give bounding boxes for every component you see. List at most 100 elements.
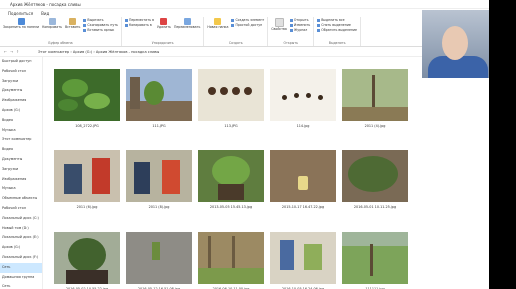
main-body: Быстрый доступ Рабочий стол Загрузки Докуме…: [0, 57, 489, 289]
file-tile[interactable]: 111.JPG: [123, 59, 195, 137]
paste-shortcut-button[interactable]: Вставить ярлык: [83, 28, 118, 32]
nav-item[interactable]: Рабочий стол: [0, 67, 42, 77]
nav-item[interactable]: Этот компьютер: [0, 135, 42, 145]
file-tile[interactable]: 111111.jpg: [339, 222, 411, 289]
thumbnail-image: [342, 150, 408, 203]
nav-item[interactable]: Рабочий стол: [0, 204, 42, 214]
copy-to-button[interactable]: Копировать в: [124, 23, 154, 27]
nav-item[interactable]: Сеть: [0, 262, 42, 273]
tab-view[interactable]: Вид: [41, 11, 49, 16]
file-name: 2013-05-05 15.45.13.jpg: [209, 205, 253, 210]
breadcrumb[interactable]: Этот компьютер › Архив (G:) › Архив Жёлт…: [38, 50, 159, 54]
select-none-icon: [317, 23, 321, 27]
copy-button[interactable]: Копировать: [42, 18, 62, 32]
navigation-pane: Быстрый доступ Рабочий стол Загрузки Докуме…: [0, 57, 43, 289]
nav-item[interactable]: Домашняя группа: [0, 273, 42, 283]
file-tile[interactable]: 108_2722.JPG: [51, 59, 123, 137]
thumbnail-image: [54, 231, 120, 284]
ribbon-group-label: Открыть: [283, 41, 299, 45]
ribbon-group-label: Упорядочить: [151, 41, 174, 45]
ribbon-tabs: Поделиться Вид: [0, 9, 489, 17]
paste-icon: [69, 18, 77, 25]
move-to-button[interactable]: Переместить в: [124, 18, 154, 22]
thumbnail-image: [126, 150, 192, 203]
select-all-button[interactable]: Выделить все: [317, 18, 357, 22]
file-name: 2016-05-01 10.11.25.jpg: [353, 205, 397, 210]
copy-to-icon: [124, 23, 128, 27]
easy-access-button[interactable]: Простой доступ: [231, 23, 264, 27]
file-tile[interactable]: 2016-05-01 10.11.25.jpg: [339, 140, 411, 218]
new-folder-button[interactable]: Новая папка: [207, 18, 228, 29]
forward-arrow-icon[interactable]: →: [10, 50, 13, 54]
thumbnail-image: [54, 69, 120, 121]
nav-item[interactable]: Изображения: [0, 175, 42, 185]
select-all-icon: [317, 18, 321, 22]
black-margin: [489, 0, 516, 289]
invert-icon: [317, 28, 321, 32]
new-item-button[interactable]: Создать элемент: [231, 18, 264, 22]
paste-shortcut-icon: [83, 28, 87, 32]
ribbon-group-label: Создать: [228, 41, 243, 45]
file-tile[interactable]: 114.jpg: [267, 59, 339, 137]
open-button[interactable]: Открыть: [289, 18, 310, 22]
thumbnail-image: [342, 69, 408, 121]
nav-item[interactable]: Музыка: [0, 126, 42, 136]
cut-button[interactable]: Вырезать: [83, 18, 118, 22]
nav-item[interactable]: Документы: [0, 86, 42, 96]
explorer-window: Архив Жёлтяков - посадка сливы Поделитьс…: [0, 0, 489, 289]
pin-button[interactable]: Закрепить на панели: [3, 18, 39, 32]
ribbon-group-clipboard: Закрепить на панели Копировать Вставить …: [0, 17, 122, 46]
select-none-button[interactable]: Снять выделение: [317, 23, 357, 27]
nav-item[interactable]: Музыка: [0, 184, 42, 194]
invert-selection-button[interactable]: Обратить выделение: [317, 28, 357, 32]
file-tile[interactable]: 2016-05-02 10.55.22.jpg: [51, 222, 123, 289]
properties-button[interactable]: Свойства: [271, 18, 287, 32]
nav-item[interactable]: Видео: [0, 116, 42, 126]
nav-item[interactable]: Архив (G:): [0, 106, 42, 116]
nav-arrows: ← → ↑: [0, 50, 34, 54]
edit-button[interactable]: Изменить: [289, 23, 310, 27]
tab-share[interactable]: Поделиться: [8, 11, 33, 16]
file-tile[interactable]: 2011 (8).jpg: [123, 140, 195, 218]
file-tile[interactable]: 2013-05-05 15.45.13.jpg: [195, 140, 267, 218]
nav-item[interactable]: Загрузки: [0, 165, 42, 175]
history-icon: [289, 28, 293, 32]
file-tile[interactable]: 2015-10-17 16.47.22.jpg: [267, 140, 339, 218]
nav-item[interactable]: Объемные объекты: [0, 194, 42, 204]
rename-button[interactable]: Переименовать: [174, 18, 200, 29]
nav-item[interactable]: Видео: [0, 145, 42, 155]
nav-item[interactable]: Локальный диск (F:): [0, 253, 42, 263]
nav-item[interactable]: Локальный диск (E:): [0, 233, 42, 243]
back-arrow-icon[interactable]: ←: [4, 50, 7, 54]
file-tile[interactable]: 113.JPG: [195, 59, 267, 137]
file-name: 111.JPG: [152, 124, 166, 128]
file-tile[interactable]: 2016-05-12 16.51.08.jpg: [123, 222, 195, 289]
folder-icon: [214, 18, 222, 25]
nav-item[interactable]: Сеть: [0, 282, 42, 289]
delete-button[interactable]: Удалить: [157, 18, 171, 29]
nav-item[interactable]: Архив (G:): [0, 243, 42, 253]
file-tile[interactable]: 2011 (4).jpg: [339, 59, 411, 137]
nav-item[interactable]: Документы: [0, 155, 42, 165]
nav-item[interactable]: Локальный диск (C:): [0, 214, 42, 224]
nav-item[interactable]: Новый том (D:): [0, 224, 42, 234]
ribbon-group-label: Буфер обмена: [48, 41, 73, 45]
ribbon: Закрепить на панели Копировать Вставить …: [0, 17, 489, 47]
copy-icon: [48, 18, 56, 25]
up-arrow-icon[interactable]: ↑: [16, 50, 19, 54]
thumbnail-image: [414, 232, 480, 284]
thumbnail-image: [270, 69, 336, 121]
thumbnail-image: [270, 231, 336, 284]
file-tile[interactable]: 2016-10-05 16.24.06.jpg: [267, 222, 339, 289]
file-name: 108_2722.JPG: [75, 124, 99, 128]
ribbon-group-open: Свойства Открыть Изменить Журнал Открыть: [268, 17, 315, 46]
ribbon-group-select: Выделить все Снять выделение Обратить вы…: [314, 17, 362, 46]
history-button[interactable]: Журнал: [289, 28, 310, 32]
nav-item[interactable]: Загрузки: [0, 77, 42, 87]
copy-path-button[interactable]: Скопировать путь: [83, 23, 118, 27]
file-tile[interactable]: 2011 (6).jpg: [51, 140, 123, 218]
paste-button[interactable]: Вставить: [65, 18, 80, 32]
file-tile[interactable]: 2016-06-10 11.00.jpg: [195, 222, 267, 289]
nav-item[interactable]: Быстрый доступ: [0, 57, 42, 67]
nav-item[interactable]: Изображения: [0, 96, 42, 106]
